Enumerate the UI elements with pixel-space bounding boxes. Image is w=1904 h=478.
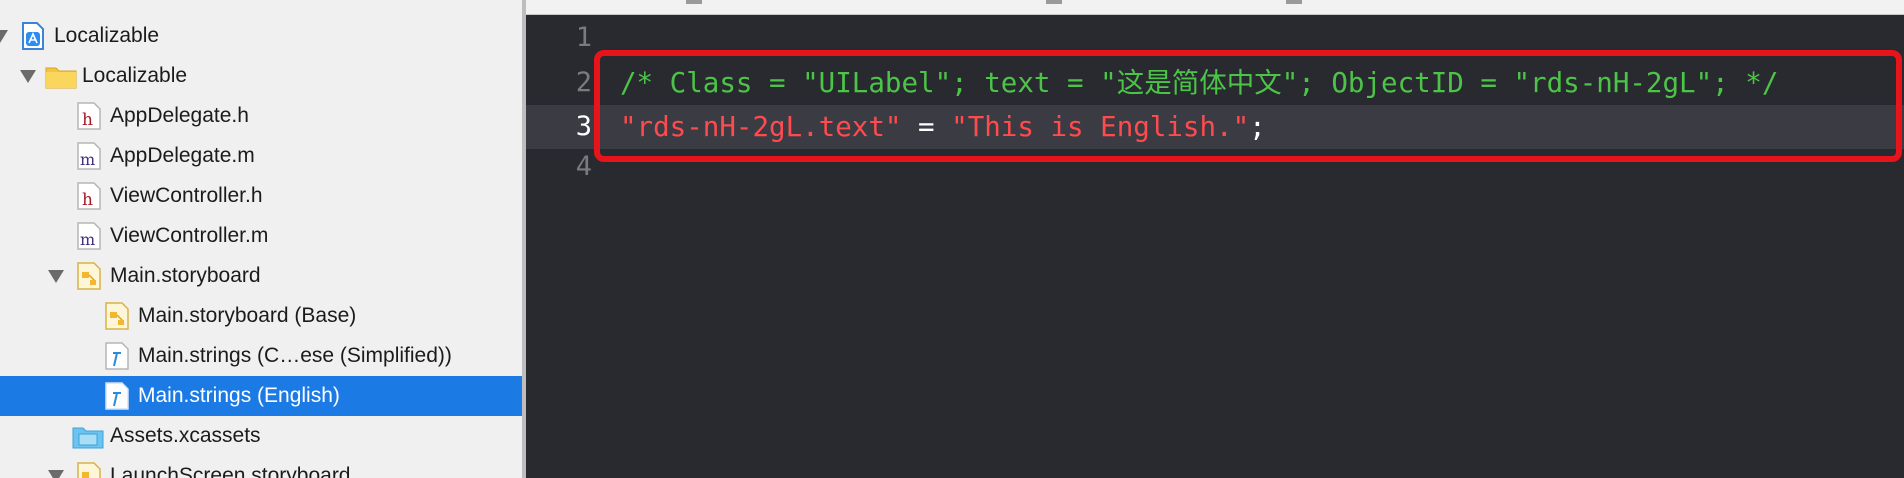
implementation-file-icon: m	[77, 142, 101, 170]
line-number: 3	[575, 111, 592, 142]
svg-text:m: m	[80, 230, 95, 249]
jump-bar-tab-marker	[1286, 0, 1302, 4]
navigator-item-label: Main.storyboard	[110, 264, 261, 287]
navigator-row-file[interactable]: m ViewController.m	[0, 216, 522, 256]
jump-bar-tab-marker	[686, 0, 702, 4]
navigator-item-label: ViewController.m	[110, 224, 269, 247]
navigator-row-storyboard-group[interactable]: Main.storyboard	[0, 256, 522, 296]
line-number: 1	[575, 22, 592, 53]
navigator-row-file[interactable]: Assets.xcassets	[0, 416, 522, 456]
navigator-item-label: Main.strings (C…ese (Simplified))	[138, 344, 452, 367]
strings-file-icon	[105, 382, 129, 410]
navigator-row-group[interactable]: Localizable	[0, 56, 522, 96]
navigator-row-file[interactable]: h ViewController.h	[0, 176, 522, 216]
jump-bar-tab-marker	[1046, 0, 1062, 4]
navigator-item-label: LaunchScreen.storyboard	[110, 464, 351, 478]
navigator-item-label: Main.storyboard (Base)	[138, 304, 357, 327]
navigator-row-file[interactable]: h AppDelegate.h	[0, 96, 522, 136]
implementation-file-icon: m	[77, 222, 101, 250]
navigator-item-label: ViewController.h	[110, 184, 263, 207]
navigator-row-storyboard-group[interactable]: LaunchScreen.storyboard	[0, 456, 522, 478]
svg-text:m: m	[80, 150, 95, 169]
navigator-row-project[interactable]: Localizable	[0, 16, 522, 56]
navigator-row-file[interactable]: Main.strings (C…ese (Simplified))	[0, 336, 522, 376]
folder-icon	[45, 67, 77, 89]
navigator-item-label: AppDelegate.h	[110, 104, 249, 127]
svg-text:h: h	[82, 190, 93, 210]
annotation-highlight-box	[594, 50, 1902, 162]
storyboard-icon	[105, 302, 129, 330]
header-file-icon: h	[77, 102, 101, 130]
disclosure-triangle-icon[interactable]	[48, 470, 64, 478]
line-number: 4	[575, 151, 592, 182]
project-icon	[22, 22, 44, 50]
svg-text:h: h	[82, 110, 93, 130]
navigator-item-label: Main.strings (English)	[138, 384, 340, 407]
header-file-icon: h	[77, 182, 101, 210]
strings-file-icon	[105, 342, 129, 370]
navigator-item-label: Localizable	[54, 24, 160, 47]
navigator-row-file[interactable]: m AppDelegate.m	[0, 136, 522, 176]
navigator-row-selected-file[interactable]: Main.strings (English)	[0, 376, 522, 416]
navigator-item-label: Localizable	[82, 64, 188, 87]
asset-catalog-icon	[72, 427, 104, 449]
disclosure-triangle-icon[interactable]	[20, 70, 36, 83]
disclosure-triangle-icon[interactable]	[48, 270, 64, 283]
line-number: 2	[575, 67, 592, 98]
disclosure-triangle-icon[interactable]	[0, 30, 8, 43]
storyboard-icon	[77, 262, 101, 290]
jump-bar	[526, 0, 1904, 15]
navigator-row-file[interactable]: Main.storyboard (Base)	[0, 296, 522, 336]
storyboard-icon	[77, 462, 101, 478]
navigator-item-label: Assets.xcassets	[110, 424, 261, 447]
source-editor[interactable]: 1 2 /* Class = "UILabel"; text = "这是简体中文…	[526, 0, 1904, 478]
navigator-item-label: AppDelegate.m	[110, 144, 255, 167]
project-navigator: Localizable Localizable h AppDelegate.h …	[0, 0, 522, 478]
